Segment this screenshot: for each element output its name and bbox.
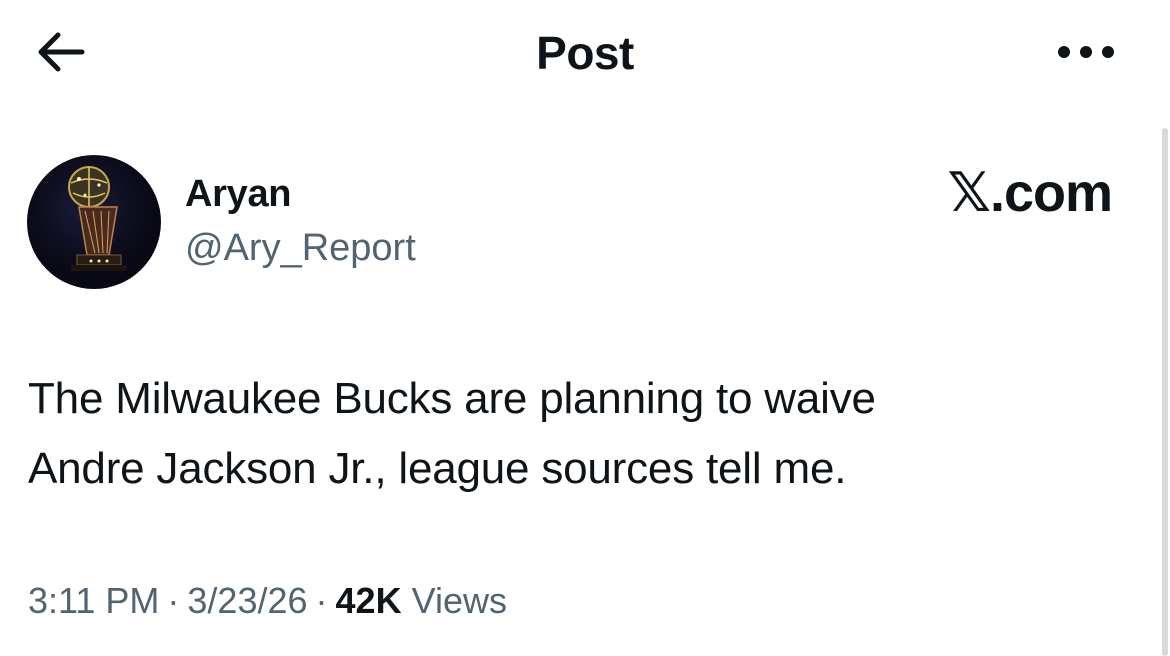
post-time[interactable]: 3:11 PM (28, 580, 159, 621)
page-title: Post (536, 27, 634, 79)
avatar[interactable] (27, 155, 161, 289)
post-date[interactable]: 3/23/26 (187, 580, 307, 621)
top-bar: Post (0, 0, 1170, 110)
trophy-icon (68, 166, 127, 271)
meta-separator: · (167, 580, 180, 621)
views-label: Views (411, 580, 507, 621)
post-text-line: Andre Jackson Jr., league sources tell m… (28, 444, 847, 493)
post-text: The Milwaukee Bucks are planning to waiv… (28, 364, 1118, 504)
post-text-line: The Milwaukee Bucks are planning to waiv… (28, 374, 876, 423)
author-name[interactable]: Aryan (185, 173, 292, 216)
meta-separator: · (315, 580, 328, 621)
x-com-watermark: 𝕏.com (947, 163, 1113, 223)
more-options-button[interactable] (1054, 34, 1118, 70)
views-count[interactable]: 42K (336, 580, 402, 621)
post-metadata: 3:11 PM · 3/23/26 · 42K Views (28, 580, 507, 622)
more-horizontal-icon (1058, 46, 1114, 58)
author-handle[interactable]: @Ary_Report (185, 227, 416, 270)
scrollbar[interactable] (1162, 128, 1168, 656)
